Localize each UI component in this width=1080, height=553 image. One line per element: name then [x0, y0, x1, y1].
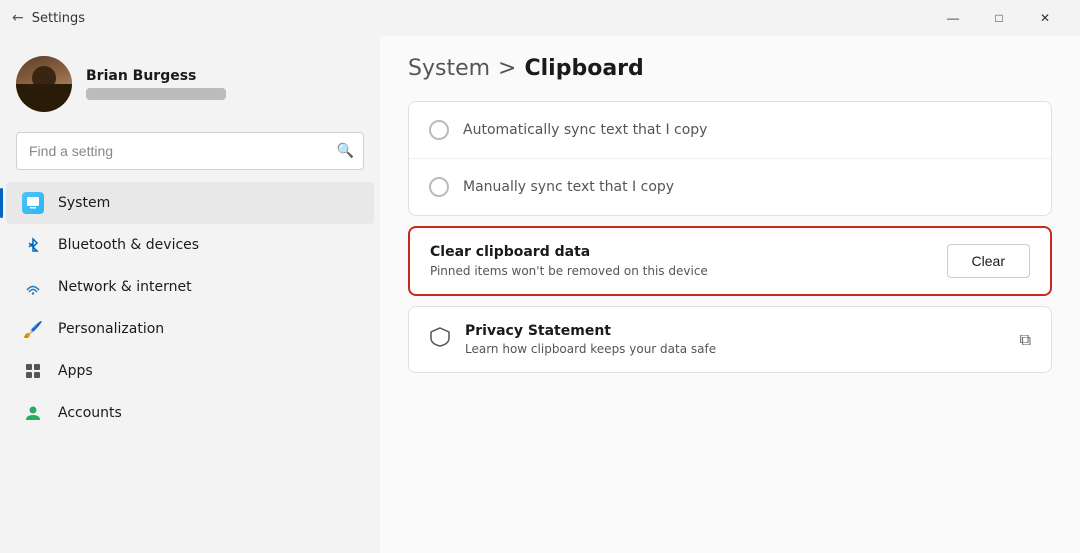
- sidebar-item-network[interactable]: Network & internet: [6, 266, 374, 308]
- titlebar: ← Settings — □ ✕: [0, 0, 1080, 36]
- breadcrumb-current: Clipboard: [524, 56, 643, 81]
- breadcrumb-parent: System: [408, 56, 490, 81]
- network-icon: [22, 276, 44, 298]
- clear-button[interactable]: Clear: [947, 244, 1030, 278]
- sync-options-card: Automatically sync text that I copy Manu…: [408, 101, 1052, 216]
- sidebar-item-personalization-label: Personalization: [58, 321, 164, 337]
- external-link-icon: ⧉: [1020, 330, 1031, 350]
- avatar-image: [16, 56, 72, 112]
- sidebar-item-network-label: Network & internet: [58, 279, 192, 295]
- app-body: Brian Burgess 🔍 System: [0, 36, 1080, 553]
- search-input[interactable]: [16, 132, 364, 170]
- bluetooth-icon: [22, 234, 44, 256]
- user-name: Brian Burgess: [86, 68, 226, 84]
- sync-auto-option[interactable]: Automatically sync text that I copy: [409, 102, 1051, 158]
- sidebar-item-system-label: System: [58, 195, 110, 211]
- sidebar-item-bluetooth-label: Bluetooth & devices: [58, 237, 199, 253]
- maximize-button[interactable]: □: [976, 0, 1022, 36]
- clear-subtitle: Pinned items won't be removed on this de…: [430, 264, 708, 278]
- window-controls: — □ ✕: [930, 0, 1068, 36]
- shield-icon: [429, 326, 451, 353]
- app-title: Settings: [32, 11, 930, 26]
- avatar: [16, 56, 72, 112]
- sync-manual-label: Manually sync text that I copy: [463, 179, 674, 195]
- content-area: System > Clipboard Automatically sync te…: [380, 36, 1080, 553]
- breadcrumb-separator: >: [498, 56, 516, 81]
- user-email-blurred: [86, 88, 226, 100]
- sync-manual-option[interactable]: Manually sync text that I copy: [409, 158, 1051, 215]
- close-button[interactable]: ✕: [1022, 0, 1068, 36]
- privacy-statement-card[interactable]: Privacy Statement Learn how clipboard ke…: [408, 306, 1052, 373]
- sidebar: Brian Burgess 🔍 System: [0, 36, 380, 553]
- personalization-icon: 🖌️: [22, 318, 44, 340]
- sidebar-item-system[interactable]: System: [6, 182, 374, 224]
- privacy-left: Privacy Statement Learn how clipboard ke…: [429, 323, 716, 356]
- back-button[interactable]: ←: [12, 10, 24, 26]
- sync-auto-label: Automatically sync text that I copy: [463, 122, 707, 138]
- sidebar-item-apps-label: Apps: [58, 363, 93, 379]
- search-icon: 🔍: [337, 143, 354, 159]
- clear-title: Clear clipboard data: [430, 244, 708, 260]
- system-icon: [22, 192, 44, 214]
- search-box: 🔍: [16, 132, 364, 170]
- sidebar-nav: System Bluetooth & devices: [0, 182, 380, 434]
- sidebar-item-personalization[interactable]: 🖌️ Personalization: [6, 308, 374, 350]
- accounts-icon: [22, 402, 44, 424]
- privacy-text-group: Privacy Statement Learn how clipboard ke…: [465, 323, 716, 356]
- privacy-subtitle: Learn how clipboard keeps your data safe: [465, 342, 716, 356]
- sidebar-item-bluetooth[interactable]: Bluetooth & devices: [6, 224, 374, 266]
- clear-clipboard-card: Clear clipboard data Pinned items won't …: [408, 226, 1052, 296]
- apps-icon: [22, 360, 44, 382]
- minimize-button[interactable]: —: [930, 0, 976, 36]
- sidebar-item-accounts-label: Accounts: [58, 405, 122, 421]
- breadcrumb: System > Clipboard: [408, 56, 1052, 81]
- sidebar-item-accounts[interactable]: Accounts: [6, 392, 374, 434]
- radio-auto[interactable]: [429, 120, 449, 140]
- privacy-title: Privacy Statement: [465, 323, 716, 339]
- radio-manual[interactable]: [429, 177, 449, 197]
- user-info: Brian Burgess: [86, 68, 226, 100]
- clear-text-group: Clear clipboard data Pinned items won't …: [430, 244, 708, 278]
- sidebar-item-apps[interactable]: Apps: [6, 350, 374, 392]
- user-section: Brian Burgess: [0, 48, 380, 132]
